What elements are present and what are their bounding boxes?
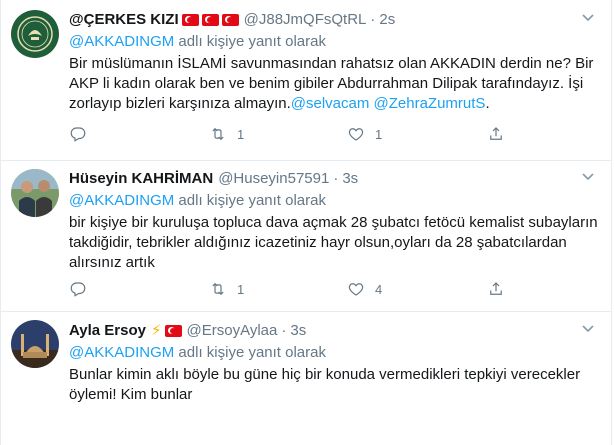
retweet-icon — [212, 282, 224, 296]
tweet[interactable]: Hüseyin KAHRİMAN @Huseyin57591 · 3s @AKK… — [0, 161, 612, 312]
lightning-icon: ⚡ — [151, 322, 162, 339]
tweet[interactable]: Ayla Ersoy ⚡ @ErsoyAylaa · 3s @AKKADINGM… — [0, 312, 612, 445]
like-button[interactable]: 1 — [347, 124, 382, 144]
reply-context-label: adlı kişiye yanıt olarak — [178, 344, 326, 361]
chevron-down-icon[interactable] — [580, 169, 596, 185]
reply-context: @AKKADINGM adlı kişiye yanıt olarak — [69, 343, 598, 363]
avatar[interactable] — [11, 10, 59, 58]
display-name[interactable]: Ayla Ersoy — [69, 321, 146, 341]
reply-mention-link[interactable]: @AKKADINGM — [69, 344, 174, 361]
reply-button[interactable] — [69, 279, 87, 299]
timestamp[interactable]: 3s — [342, 169, 358, 189]
tweet-text: bir kişiye bir kuruluşa topluca dava açm… — [69, 214, 598, 271]
retweet-button[interactable]: 1 — [209, 124, 244, 144]
mention-link[interactable]: @ZehraZumrutS — [374, 95, 486, 112]
tweet-header: @ÇERKES KIZI @J88JmQFsQtRL · 2s — [69, 10, 598, 30]
share-icon — [490, 127, 502, 140]
tweet-text-end: . — [485, 95, 490, 112]
share-button[interactable] — [487, 124, 505, 144]
chevron-down-icon[interactable] — [580, 321, 596, 337]
tweet-header: Ayla Ersoy ⚡ @ErsoyAylaa · 3s — [69, 321, 598, 341]
avatar-image — [11, 320, 59, 368]
tweet-header: Hüseyin KAHRİMAN @Huseyin57591 · 3s — [69, 169, 598, 189]
reply-context: @AKKADINGM adlı kişiye yanıt olarak — [69, 32, 598, 52]
tweet-content: Hüseyin KAHRİMAN @Huseyin57591 · 3s @AKK… — [69, 169, 598, 273]
like-icon — [348, 283, 364, 296]
share-button[interactable] — [487, 279, 505, 299]
tweet-content: Ayla Ersoy ⚡ @ErsoyAylaa · 3s @AKKADINGM… — [69, 321, 598, 405]
turkish-flag-icon — [221, 14, 239, 26]
turkish-flag-icon — [164, 325, 182, 337]
tweet-text: Bunlar kimin aklı böyle bu güne hiç bir … — [69, 366, 581, 403]
avatar[interactable] — [11, 320, 59, 368]
avatar-image — [11, 10, 59, 58]
reply-mention-link[interactable]: @AKKADINGM — [69, 192, 174, 209]
like-count: 1 — [375, 126, 383, 142]
reply-icon — [70, 127, 86, 142]
tweet-actions: 1 1 — [69, 124, 509, 144]
reply-button[interactable] — [69, 124, 87, 144]
username[interactable]: @ErsoyAylaa — [187, 321, 278, 341]
separator-dot: · — [333, 170, 339, 187]
tweet-text: Bir müslümanın İSLAMİ savunmasından raha… — [69, 54, 598, 114]
reply-context: @AKKADINGM adlı kişiye yanıt olarak — [69, 191, 598, 211]
reply-mention-link[interactable]: @AKKADINGM — [69, 33, 174, 50]
avatar[interactable] — [11, 169, 59, 217]
timestamp[interactable]: 2s — [379, 10, 395, 30]
display-name[interactable]: @ÇERKES KIZI — [69, 10, 179, 30]
like-button[interactable]: 4 — [347, 279, 382, 299]
timestamp[interactable]: 3s — [290, 321, 306, 341]
reply-context-label: adlı kişiye yanıt olarak — [178, 192, 326, 209]
tweet-feed: @ÇERKES KIZI @J88JmQFsQtRL · 2s @AKKADIN… — [0, 0, 614, 445]
turkish-flag-icon — [201, 14, 219, 26]
turkish-flag-icon — [181, 14, 199, 26]
mention-link[interactable]: @selvacam — [291, 95, 370, 112]
retweet-button[interactable]: 1 — [209, 279, 244, 299]
username[interactable]: @J88JmQFsQtRL — [244, 10, 367, 30]
separator-dot: · — [281, 322, 287, 339]
avatar-image — [11, 169, 59, 217]
retweet-count: 1 — [237, 126, 245, 142]
share-icon — [490, 282, 502, 295]
chevron-down-icon[interactable] — [580, 10, 596, 26]
like-icon — [348, 128, 364, 141]
tweet-actions: 1 4 — [69, 279, 509, 299]
display-name[interactable]: Hüseyin KAHRİMAN — [69, 169, 213, 189]
tweet[interactable]: @ÇERKES KIZI @J88JmQFsQtRL · 2s @AKKADIN… — [0, 0, 612, 161]
reply-context-label: adlı kişiye yanıt olarak — [178, 33, 326, 50]
username[interactable]: @Huseyin57591 — [218, 169, 329, 189]
retweet-icon — [212, 127, 224, 141]
separator-dot: · — [370, 11, 376, 28]
reply-icon — [70, 282, 86, 297]
retweet-count: 1 — [237, 281, 245, 297]
tweet-content: @ÇERKES KIZI @J88JmQFsQtRL · 2s @AKKADIN… — [69, 10, 598, 114]
like-count: 4 — [375, 281, 383, 297]
